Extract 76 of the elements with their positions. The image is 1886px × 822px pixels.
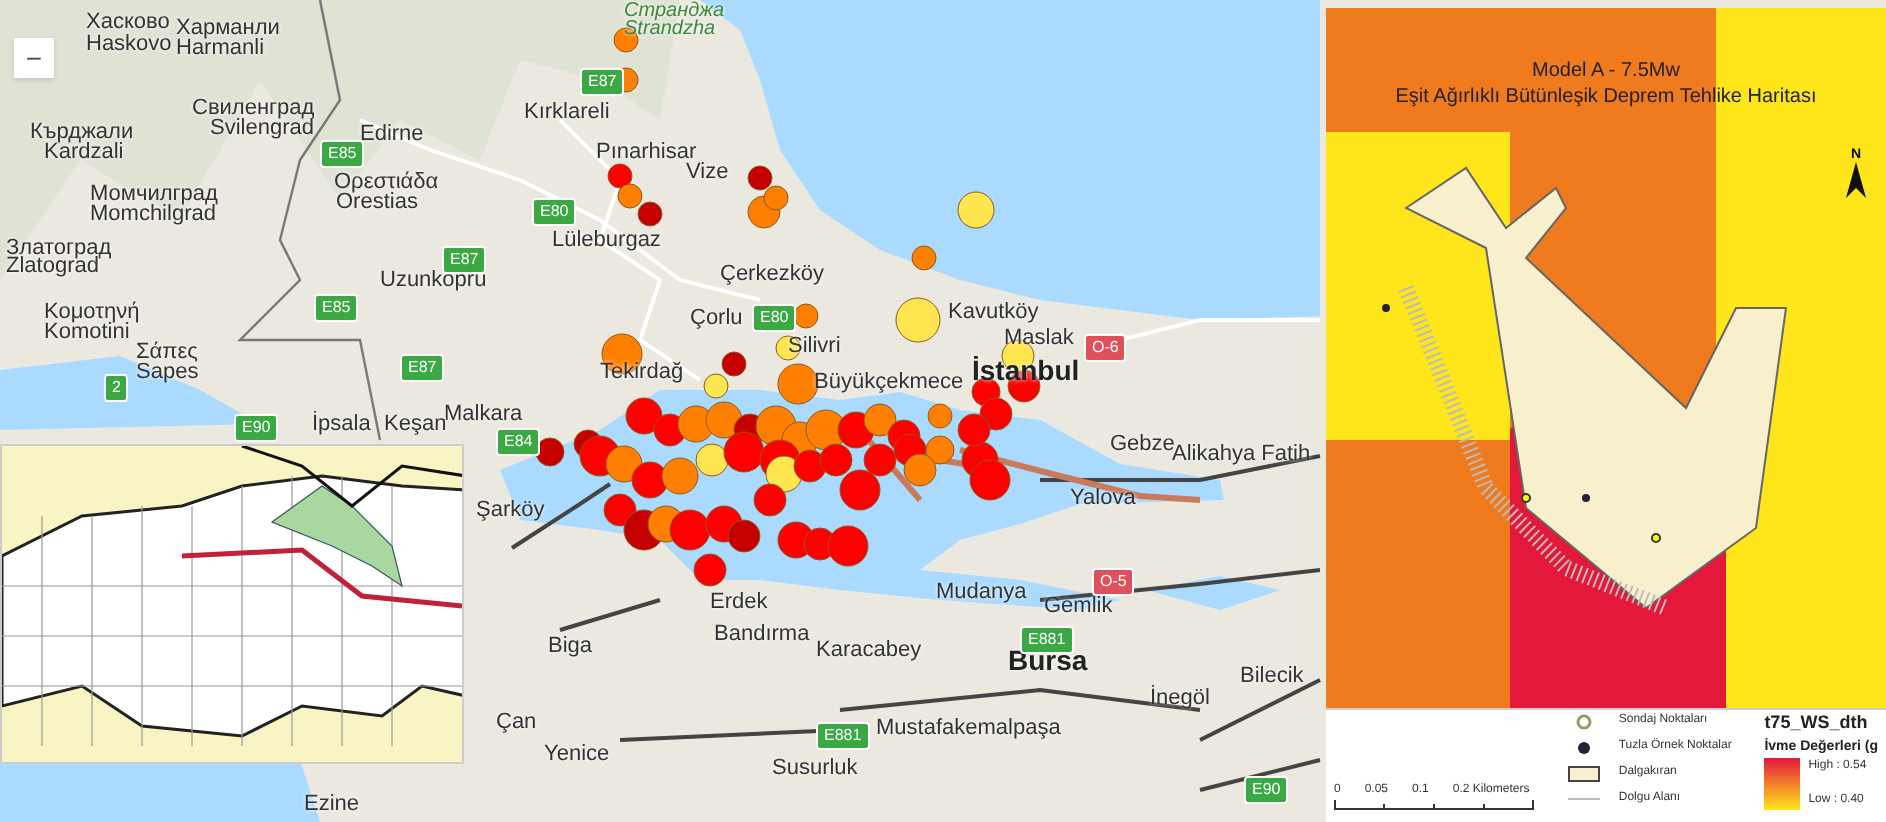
road-shield: E87: [580, 68, 625, 96]
place-label: Yenice: [544, 744, 610, 766]
place-label: Biga: [548, 636, 593, 658]
road-shield: O-6: [1084, 334, 1127, 362]
road-shield: E80: [532, 198, 577, 226]
north-arrow-icon: [1846, 162, 1866, 198]
place-label: Ορεστιάδα: [334, 172, 439, 194]
place-label: Кърджали: [30, 122, 134, 144]
place-label: Харманли: [176, 18, 280, 40]
place-label: Sapes: [136, 362, 199, 384]
place-label: Момчилград: [90, 184, 218, 206]
layer-name: t75_WS_dth: [1764, 710, 1870, 736]
road-shield: E90: [234, 414, 279, 442]
place-label: Lüleburgaz: [552, 230, 661, 252]
road-shield: E80: [752, 304, 797, 332]
breakwater-swatch: [1568, 765, 1601, 781]
place-label: Mudanya: [936, 582, 1027, 604]
dot-icon: [1578, 741, 1591, 753]
place-label: Златоград: [6, 238, 112, 260]
place-label: Хасково: [86, 12, 170, 34]
place-label: Vize: [686, 162, 729, 184]
place-label: Bilecik: [1240, 666, 1304, 688]
place-label: İnegöl: [1150, 688, 1210, 710]
place-label: Σάπες: [136, 342, 198, 364]
road-shield: E881: [1020, 626, 1074, 654]
place-label: Kırklareli: [524, 102, 610, 124]
place-label: Ezine: [304, 794, 360, 816]
place-label: Komotini: [44, 322, 130, 344]
place-label: Orestias: [336, 192, 418, 214]
place-label: Karacabey: [816, 640, 922, 662]
place-label: Edirne: [360, 124, 424, 146]
place-label: Svilengrad: [210, 118, 314, 140]
place-label: Zlatograd: [6, 256, 99, 278]
color-ramp: [1764, 758, 1801, 810]
place-label: Harmanli: [176, 38, 265, 60]
place-label: Uzunköprü: [380, 270, 487, 292]
map-title: Model A - 7.5Mw: [1532, 60, 1680, 85]
place-label: Gemlik: [1044, 596, 1113, 618]
place-label: Çan: [496, 712, 537, 734]
place-label: Susurluk: [772, 758, 858, 780]
place-label: İpsala: [312, 414, 371, 436]
place-label: Haskovo: [86, 34, 172, 56]
road-shield: E87: [442, 246, 487, 274]
road-shield: E84: [496, 428, 541, 456]
place-label: Свиленград: [192, 98, 315, 120]
place-label: Pınarhisar: [596, 142, 697, 164]
place-label: Şarköy: [476, 500, 545, 522]
place-label: Tekirdağ: [600, 362, 684, 384]
place-label: Странджа: [624, 2, 725, 22]
place-label: Yalova: [1070, 488, 1136, 510]
place-label: Kardzali: [44, 142, 124, 164]
road-shield: E881: [816, 722, 870, 750]
road-shield: 2: [104, 374, 129, 402]
place-label: Bandırma: [714, 624, 810, 646]
place-label: Mustafakemalpaşa: [876, 718, 1061, 740]
place-label: Alikahya Fatih: [1172, 444, 1311, 466]
place-label: Kavutköy: [948, 302, 1039, 324]
road-shield: E90: [1244, 776, 1289, 804]
place-label: Erdek: [710, 592, 768, 614]
place-label: Çerkezköy: [720, 264, 824, 286]
place-label: Malkara: [444, 404, 523, 426]
scale-bar-icon: [1334, 800, 1534, 810]
hollow-dot-icon: [1576, 713, 1593, 729]
place-label: Strandzha: [624, 20, 716, 40]
place-label: Momchilgrad: [90, 204, 216, 226]
road-shield: O-5: [1092, 568, 1135, 596]
place-label: Çorlu: [690, 308, 743, 330]
place-label: Gebze: [1110, 434, 1175, 456]
map-subtitle: Eşit Ağırlıklı Bütünleşik Deprem Tehlike Haritası: [1395, 85, 1817, 110]
place-label: Maslak: [1004, 328, 1074, 350]
road-shield: E85: [314, 294, 359, 322]
place-label: Κομοτηνή: [44, 302, 140, 324]
road-shield: E87: [400, 354, 445, 382]
zoom-out-button[interactable]: −: [14, 38, 54, 78]
road-shield: E85: [320, 140, 365, 168]
place-label: Keşan: [384, 414, 447, 436]
